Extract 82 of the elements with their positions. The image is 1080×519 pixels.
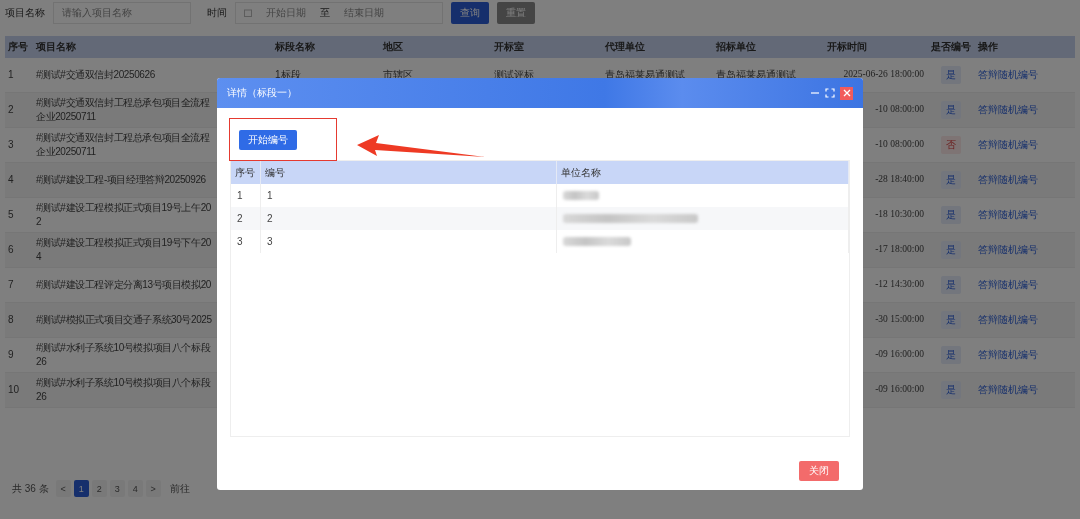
table-cell: 1 <box>8 68 14 82</box>
project-name: #测试#建设工程评定分离13号项目模拟20 <box>36 278 211 292</box>
column-header: 序号 <box>7 40 29 54</box>
table-cell: -18 10:30:00 <box>875 208 924 222</box>
random-number-link[interactable]: 答辩随机编号 <box>978 138 1038 152</box>
status-tag: 是 <box>941 171 961 189</box>
project-name: #测试#交通双信封工程总承包项目全流程 企业20250711 <box>36 96 210 124</box>
close-icon[interactable] <box>840 86 853 100</box>
random-number-link[interactable]: 答辩随机编号 <box>978 208 1038 222</box>
table-cell: 9 <box>8 348 14 362</box>
status-tag: 是 <box>941 66 961 84</box>
page-button[interactable]: 1 <box>73 480 89 497</box>
status-tag: 是 <box>941 206 961 224</box>
table-cell: -30 15:00:00 <box>875 313 924 327</box>
project-name: #测试#建设工程-项目经理答辩20250926 <box>36 173 206 187</box>
status-tag: 是 <box>941 311 961 329</box>
column-header: 招标单位 <box>715 40 757 54</box>
random-number-link[interactable]: 答辩随机编号 <box>978 103 1038 117</box>
column-header: 标段名称 <box>274 40 316 54</box>
table-cell: -10 08:00:00 <box>875 138 924 152</box>
maximize-icon[interactable] <box>825 88 835 98</box>
table-cell: -17 18:00:00 <box>875 243 924 257</box>
page-button[interactable]: 3 <box>109 480 125 497</box>
random-number-link[interactable]: 答辩随机编号 <box>978 68 1038 82</box>
filter-label: 时间 <box>207 6 227 20</box>
goto-label: 前往 <box>169 481 190 496</box>
column-header: 代理单位 <box>604 40 646 54</box>
page-button[interactable]: 4 <box>127 480 143 497</box>
random-number-link[interactable]: 答辩随机编号 <box>978 313 1038 327</box>
total-count: 共 36 条 <box>12 481 49 496</box>
status-tag: 是 <box>941 276 961 294</box>
random-number-link[interactable]: 答辩随机编号 <box>978 383 1038 397</box>
column-header: 地区 <box>382 40 404 54</box>
next-page-button[interactable]: > <box>145 480 161 497</box>
project-name: #测试#建设工程模拟正式项目19号下午20 4 <box>36 236 211 264</box>
table-cell: 3 <box>8 138 14 152</box>
table-cell: 3 <box>261 230 557 253</box>
status-tag: 是 <box>941 101 961 119</box>
table-cell: 7 <box>8 278 14 292</box>
random-number-link[interactable]: 答辩随机编号 <box>978 348 1038 362</box>
table-cell: 2 <box>8 103 14 117</box>
random-number-link[interactable]: 答辩随机编号 <box>978 173 1038 187</box>
column-header: 项目名称 <box>35 40 77 54</box>
blurred-text <box>563 191 599 200</box>
table-cell: -12 14:30:00 <box>875 278 924 292</box>
table-cell: -28 18:40:00 <box>875 173 924 187</box>
project-name: #测试#交通双信封20250626 <box>36 68 155 82</box>
table-cell: -09 16:00:00 <box>875 348 924 362</box>
project-name: #测试#交通双信封工程总承包项目全流程 企业20250711 <box>36 131 210 159</box>
column-header: 开标室 <box>493 40 525 54</box>
table-cell: 4 <box>8 173 14 187</box>
prev-page-button[interactable]: < <box>55 480 71 497</box>
start-numbering-button[interactable]: 开始编号 <box>239 130 297 150</box>
status-tag: 否 <box>941 136 961 154</box>
status-tag: 是 <box>941 381 961 399</box>
project-name: #测试#水利子系统10号模拟项目八个标段 26 <box>36 341 211 369</box>
range-separator: 至 <box>320 6 330 20</box>
dialog-title: 详情（标段一） <box>227 86 297 100</box>
column-header: 开标时间 <box>826 40 868 54</box>
blurred-text <box>563 237 631 246</box>
status-tag: 是 <box>941 241 961 259</box>
table-cell: 6 <box>8 243 14 257</box>
random-number-link[interactable]: 答辩随机编号 <box>978 243 1038 257</box>
search-button[interactable]: 查询 <box>451 2 489 24</box>
table-cell: 2025-06-26 18:00:00 <box>843 68 924 82</box>
status-tag: 是 <box>941 346 961 364</box>
column-header: 操作 <box>977 40 999 54</box>
random-number-link[interactable]: 答辩随机编号 <box>978 278 1038 292</box>
page-button[interactable]: 2 <box>91 480 107 497</box>
filter-label: 项目名称 <box>5 6 45 20</box>
table-cell: 5 <box>8 208 14 222</box>
project-name: #测试#建设工程模拟正式项目19号上午20 2 <box>36 201 211 229</box>
table-cell: -09 16:00:00 <box>875 383 924 397</box>
table-cell: 8 <box>8 313 14 327</box>
calendar-icon <box>244 9 252 17</box>
table-cell: 3 <box>231 230 261 253</box>
close-button[interactable]: 关闭 <box>799 461 839 481</box>
project-name: #测试#水利子系统10号模拟项目八个标段 26 <box>36 376 211 404</box>
table-cell: -10 08:00:00 <box>875 103 924 117</box>
column-header: 是否编号 <box>930 40 972 54</box>
table-cell: 10 <box>8 383 20 397</box>
project-name: #测试#模拟正式项目交通子系统30号2025 <box>36 313 212 327</box>
